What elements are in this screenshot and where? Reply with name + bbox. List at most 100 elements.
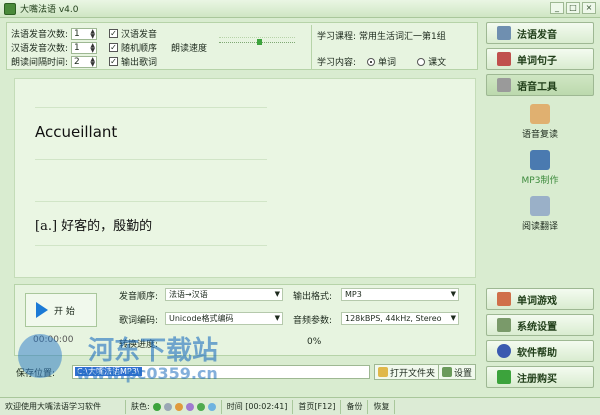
books-icon bbox=[497, 52, 511, 66]
interval-stepper[interactable]: 2 ▲ ▼ bbox=[71, 55, 98, 68]
guide-line bbox=[35, 245, 267, 246]
radio-text[interactable] bbox=[417, 57, 426, 66]
order-label: 发音顺序: bbox=[119, 292, 159, 302]
voice-tools-button[interactable]: 语音工具 bbox=[486, 74, 594, 96]
translate-tool[interactable]: 阅读翻译 bbox=[486, 196, 594, 232]
minimize-button[interactable]: _ bbox=[550, 2, 564, 14]
divider bbox=[311, 25, 312, 69]
skin-color-6[interactable] bbox=[207, 402, 216, 411]
open-folder-button[interactable]: 打开文件夹 bbox=[374, 364, 440, 380]
start-label: 开 始 bbox=[54, 306, 75, 317]
radio-word-label: 单词 bbox=[378, 58, 397, 68]
document-icon bbox=[530, 196, 550, 216]
gear-icon bbox=[497, 318, 511, 332]
guide-line bbox=[35, 201, 267, 202]
speed-slider[interactable] bbox=[219, 34, 295, 52]
settings-panel: 法语发音次数: 1 ▲ ▼ 汉语发音次数: 1 ▲ ▼ 朗读间隔时间: 2 ▲ ▼ ✓ 汉语… bbox=[6, 22, 478, 70]
fr-count-stepper[interactable]: 1 ▲ ▼ bbox=[71, 27, 98, 40]
status-bar: 欢迎使用大嘴法语学习软件 肤色: 时间 [00:02:41] 首页[F12] 备… bbox=[0, 397, 600, 415]
skin-color-1[interactable] bbox=[152, 402, 161, 411]
speed-slider-thumb[interactable] bbox=[257, 39, 262, 45]
register-button[interactable]: 注册购买 bbox=[486, 366, 594, 388]
game-icon bbox=[497, 292, 511, 306]
audio-label: 音频参数: bbox=[293, 316, 333, 326]
title-bar: 大嘴法语 v4.0 _ □ × bbox=[0, 0, 600, 18]
close-button[interactable]: × bbox=[582, 2, 596, 14]
play-icon bbox=[36, 302, 48, 318]
maximize-button[interactable]: □ bbox=[566, 2, 580, 14]
course-value: 常用生活词汇一第1组 bbox=[359, 32, 446, 42]
save-path-label: 保存位置: bbox=[16, 369, 56, 379]
elapsed-time: 00:00:00 bbox=[33, 335, 74, 345]
guide-line bbox=[35, 107, 267, 108]
skin-color-4[interactable] bbox=[185, 402, 194, 411]
chevron-down-icon: ▼ bbox=[274, 314, 280, 322]
mp3-controls-panel: 开 始 00:00:00 发音顺序: 法语→汉语 ▼ 输出格式: MP3 ▼ 歌词编… bbox=[14, 284, 476, 356]
right-sidebar: 法语发音 单词句子 语音工具 语音复读 MP3制作 阅读翻译 单词游戏 系统设置… bbox=[482, 20, 598, 396]
tools-icon bbox=[497, 78, 511, 92]
sentence-button[interactable]: 单词句子 bbox=[486, 48, 594, 70]
radio-word[interactable] bbox=[367, 57, 376, 66]
help-button[interactable]: 软件帮助 bbox=[486, 340, 594, 362]
cn-count-label: 汉语发音次数: bbox=[11, 44, 69, 54]
skin-color-5[interactable] bbox=[196, 402, 205, 411]
course-label: 学习课程: bbox=[317, 32, 357, 42]
folder-icon bbox=[378, 367, 388, 377]
person-icon bbox=[530, 104, 550, 124]
interval-label: 朗读间隔时间: bbox=[11, 58, 69, 68]
cn-count-stepper[interactable]: 1 ▲ ▼ bbox=[71, 41, 98, 54]
french-word: Accueillant bbox=[35, 123, 118, 141]
cart-icon bbox=[497, 370, 511, 384]
guide-line bbox=[35, 159, 267, 160]
home-button[interactable]: 首页[F12] bbox=[293, 399, 342, 414]
skin-color-2[interactable] bbox=[163, 402, 172, 411]
mp3-tool[interactable]: MP3制作 bbox=[486, 150, 594, 186]
progress-label: 转换进度: bbox=[119, 340, 159, 350]
audio-select[interactable]: 128kBPS, 44kHz, Stereo ▼ bbox=[341, 312, 459, 325]
encoding-select[interactable]: Unicode格式编码 ▼ bbox=[165, 312, 283, 325]
mp3-icon bbox=[530, 150, 550, 170]
chevron-down-icon: ▼ bbox=[450, 290, 456, 298]
chk-output-row[interactable]: ✓ 输出歌词 bbox=[109, 55, 157, 68]
format-select[interactable]: MP3 ▼ bbox=[341, 288, 459, 301]
chk-cn-label: 汉语发音 bbox=[121, 30, 158, 40]
speed-label: 朗读速度 bbox=[171, 44, 208, 54]
app-icon bbox=[4, 2, 16, 15]
restore-button[interactable]: 恢复 bbox=[368, 399, 396, 414]
word-game-button[interactable]: 单词游戏 bbox=[486, 288, 594, 310]
content-label: 学习内容: bbox=[317, 58, 357, 68]
pronunciation-button[interactable]: 法语发音 bbox=[486, 22, 594, 44]
radio-text-label: 课文 bbox=[428, 58, 447, 68]
skin-label: 肤色: bbox=[131, 401, 150, 411]
save-path-field[interactable]: C:\大嘴法语MP3\ bbox=[72, 365, 370, 379]
save-path-bar: 保存位置: C:\大嘴法语MP3\ 打开文件夹 设置 bbox=[14, 364, 476, 380]
path-settings-button[interactable]: 设置 bbox=[438, 364, 476, 380]
fr-count-label: 法语发音次数: bbox=[11, 30, 69, 40]
start-button[interactable]: 开 始 bbox=[25, 293, 97, 327]
chk-cn-row[interactable]: ✓ 汉语发音 bbox=[109, 27, 157, 40]
chk-random-row[interactable]: ✓ 随机顺序 bbox=[109, 41, 157, 54]
chk-random-label: 随机顺序 bbox=[121, 44, 158, 54]
chk-output-label: 输出歌词 bbox=[121, 58, 158, 68]
welcome-text: 欢迎使用大嘴法语学习软件 bbox=[0, 399, 126, 414]
chk-cn-checkbox[interactable]: ✓ bbox=[109, 29, 118, 38]
system-settings-button[interactable]: 系统设置 bbox=[486, 314, 594, 336]
encoding-label: 歌词编码: bbox=[119, 316, 159, 326]
clock-text: 时间 [00:02:41] bbox=[222, 399, 294, 414]
repeat-tool[interactable]: 语音复读 bbox=[486, 104, 594, 140]
gear-icon bbox=[442, 367, 452, 377]
word-display: Accueillant [a.] 好客的，殷勤的 bbox=[14, 78, 476, 278]
progress-value: 0% bbox=[307, 337, 322, 347]
chevron-down-icon: ▼ bbox=[274, 290, 280, 298]
chk-output-checkbox[interactable]: ✓ bbox=[109, 57, 118, 66]
word-meaning: [a.] 好客的，殷勤的 bbox=[35, 219, 153, 234]
format-label: 输出格式: bbox=[293, 292, 333, 302]
help-icon bbox=[497, 344, 511, 358]
order-select[interactable]: 法语→汉语 ▼ bbox=[165, 288, 283, 301]
skin-color-3[interactable] bbox=[174, 402, 183, 411]
chk-random-checkbox[interactable]: ✓ bbox=[109, 43, 118, 52]
skin-picker: 肤色: bbox=[126, 399, 222, 414]
backup-button[interactable]: 备份 bbox=[341, 399, 369, 414]
chevron-down-icon: ▼ bbox=[450, 314, 456, 322]
window-title: 大嘴法语 v4.0 bbox=[20, 5, 79, 15]
